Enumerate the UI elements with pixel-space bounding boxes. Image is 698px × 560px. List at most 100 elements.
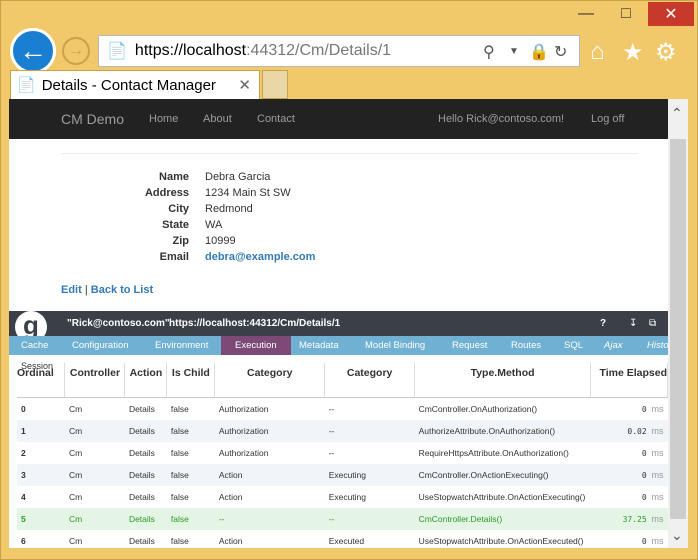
table-row: 0 Cm Details false Authorization -- CmControll… — [17, 397, 668, 420]
table-cell: false — [170, 403, 189, 414]
table-cell: Details — [124, 419, 167, 442]
search-icon[interactable]: ⚲ — [483, 42, 495, 62]
table-cell: 0 ms — [590, 463, 668, 486]
table-cell: Cm — [68, 491, 83, 502]
new-tab-button[interactable] — [262, 70, 288, 99]
navbar: CM Demo Home About Contact Hello Rick@co… — [9, 99, 668, 139]
edit-link[interactable]: Edit — [61, 284, 82, 296]
glimpse-tab-histo[interactable]: Histo — [647, 340, 668, 351]
zip-value: 10999 — [205, 235, 236, 247]
table-cell: false — [166, 463, 215, 486]
table-cell: -- — [328, 447, 335, 458]
table-cell: 4 — [21, 491, 26, 502]
close-button[interactable]: ✕ — [648, 2, 694, 26]
table-cell: false — [166, 419, 215, 442]
glimpse-tab-cache[interactable]: Cache — [21, 340, 48, 351]
glimpse-tab-model-binding[interactable]: Model Binding — [365, 340, 425, 351]
table-cell: AuthorizeAttribute.OnAuthorization() — [414, 419, 591, 442]
tab-page-icon: 📄 — [17, 77, 36, 94]
time-unit: ms — [651, 469, 664, 480]
table-row: 1 Cm Details false Authorization -- AuthorizeA… — [17, 419, 668, 442]
time-value: 0 — [641, 404, 647, 414]
column-header[interactable]: Category — [324, 363, 416, 398]
forward-button[interactable]: → — [62, 37, 90, 65]
scrollbar-thumb[interactable] — [670, 139, 686, 519]
label: Email — [159, 251, 189, 263]
glimpse-tab-sql[interactable]: SQL — [564, 340, 583, 351]
column-header[interactable]: Action — [124, 363, 168, 398]
time-value: 37.25 — [622, 514, 647, 524]
glimpse-tabs: Cache Configuration Environment Execution Me… — [9, 336, 668, 355]
table-cell: 2 — [21, 447, 26, 458]
column-header[interactable]: Is Child — [166, 363, 216, 398]
brand-link[interactable]: CM Demo — [61, 111, 124, 127]
glimpse-tab-ajax[interactable]: Ajax — [604, 340, 622, 351]
state-value: WA — [205, 219, 223, 231]
column-header[interactable]: Time Elapsed — [590, 363, 668, 398]
contact-details: Name Debra Garcia Address 1234 Main St SW … — [9, 171, 315, 267]
column-header[interactable]: Ordinal — [17, 363, 66, 398]
user-greeting-link[interactable]: Hello Rick@contoso.com! — [438, 113, 564, 125]
settings-gear-icon[interactable]: ⚙ — [655, 38, 677, 67]
minimize-panel-icon[interactable]: ↧ — [629, 318, 637, 329]
time-value: 0.02 — [627, 426, 647, 436]
glimpse-tab-routes[interactable]: Routes — [511, 340, 541, 351]
label: City — [168, 203, 189, 215]
minimize-button[interactable]: — — [566, 2, 606, 26]
label: State — [162, 219, 189, 231]
glimpse-tab-environment[interactable]: Environment — [155, 340, 208, 351]
browser-tab[interactable]: 📄 Details - Contact Manager ✕ — [10, 70, 260, 99]
time-unit: ms — [651, 491, 664, 502]
time-value: 0 — [641, 448, 647, 458]
url-host: https://localhost — [134, 42, 247, 59]
help-icon[interactable]: ? — [600, 318, 606, 329]
logoff-link[interactable]: Log off — [591, 113, 624, 125]
glimpse-tab-metadata[interactable]: Metadata — [299, 340, 339, 351]
back-to-list-link[interactable]: Back to List — [91, 284, 153, 296]
tab-close-icon[interactable]: ✕ — [238, 76, 251, 94]
dropdown-icon[interactable]: ▼ — [509, 46, 519, 57]
lock-icon[interactable]: 🔒 — [529, 42, 549, 62]
nav-about[interactable]: About — [203, 113, 232, 125]
city-value: Redmond — [205, 203, 253, 215]
table-cell: 0.02 ms — [590, 419, 668, 442]
table-cell: false — [170, 535, 189, 546]
favorites-icon[interactable]: ★ — [622, 38, 644, 67]
table-cell: Action — [214, 463, 325, 486]
url-path: :44312/Cm/Details/1 — [246, 42, 392, 59]
home-icon[interactable]: ⌂ — [590, 38, 605, 66]
glimpse-header: g "Rick@contoso.com" https://localhost:4… — [9, 311, 668, 343]
table-cell: 0 ms — [591, 486, 668, 508]
refresh-icon[interactable]: ↻ — [554, 42, 567, 62]
label: Name — [159, 171, 189, 183]
address-bar[interactable]: 📄 https://localhost:44312/Cm/Details/1 ⚲… — [98, 35, 580, 67]
page-icon: 📄 — [107, 43, 127, 60]
glimpse-tab-request[interactable]: Request — [452, 340, 487, 351]
scroll-down-icon[interactable]: ⌄ — [671, 527, 683, 544]
column-header[interactable]: Controller — [64, 363, 126, 398]
label: Address — [144, 187, 189, 199]
scroll-up-icon[interactable]: ⌃ — [671, 105, 683, 122]
page-scrollbar[interactable]: ⌃ ⌄ — [668, 99, 688, 548]
maximize-button[interactable]: □ — [606, 2, 646, 26]
column-header[interactable]: Type.Method — [414, 363, 592, 398]
table-cell: 0 ms — [591, 442, 668, 464]
back-button[interactable]: ← — [10, 28, 56, 74]
label: Zip — [172, 235, 190, 247]
table-cell: 0 — [21, 403, 26, 414]
popout-icon[interactable]: ⧉ — [649, 318, 656, 329]
divider — [61, 153, 638, 154]
glimpse-tab-configuration[interactable]: Configuration — [72, 340, 129, 351]
email-link[interactable]: debra@example.com — [205, 251, 315, 263]
column-header[interactable]: Category — [214, 363, 326, 398]
table-row: 2 Cm Details false Authorization -- RequireHtt… — [17, 442, 668, 464]
table-cell: UseStopwatchAttribute.OnActionExecuted() — [418, 535, 584, 546]
table-cell: Cm — [64, 463, 125, 486]
time-unit: ms — [651, 403, 664, 414]
glimpse-panel: g "Rick@contoso.com" https://localhost:4… — [9, 311, 668, 548]
table-cell: -- — [324, 419, 415, 442]
glimpse-tab-execution[interactable]: Execution — [221, 336, 291, 355]
nav-contact[interactable]: Contact — [257, 113, 295, 125]
glimpse-user: "Rick@contoso.com" — [67, 318, 170, 329]
nav-home[interactable]: Home — [149, 113, 178, 125]
